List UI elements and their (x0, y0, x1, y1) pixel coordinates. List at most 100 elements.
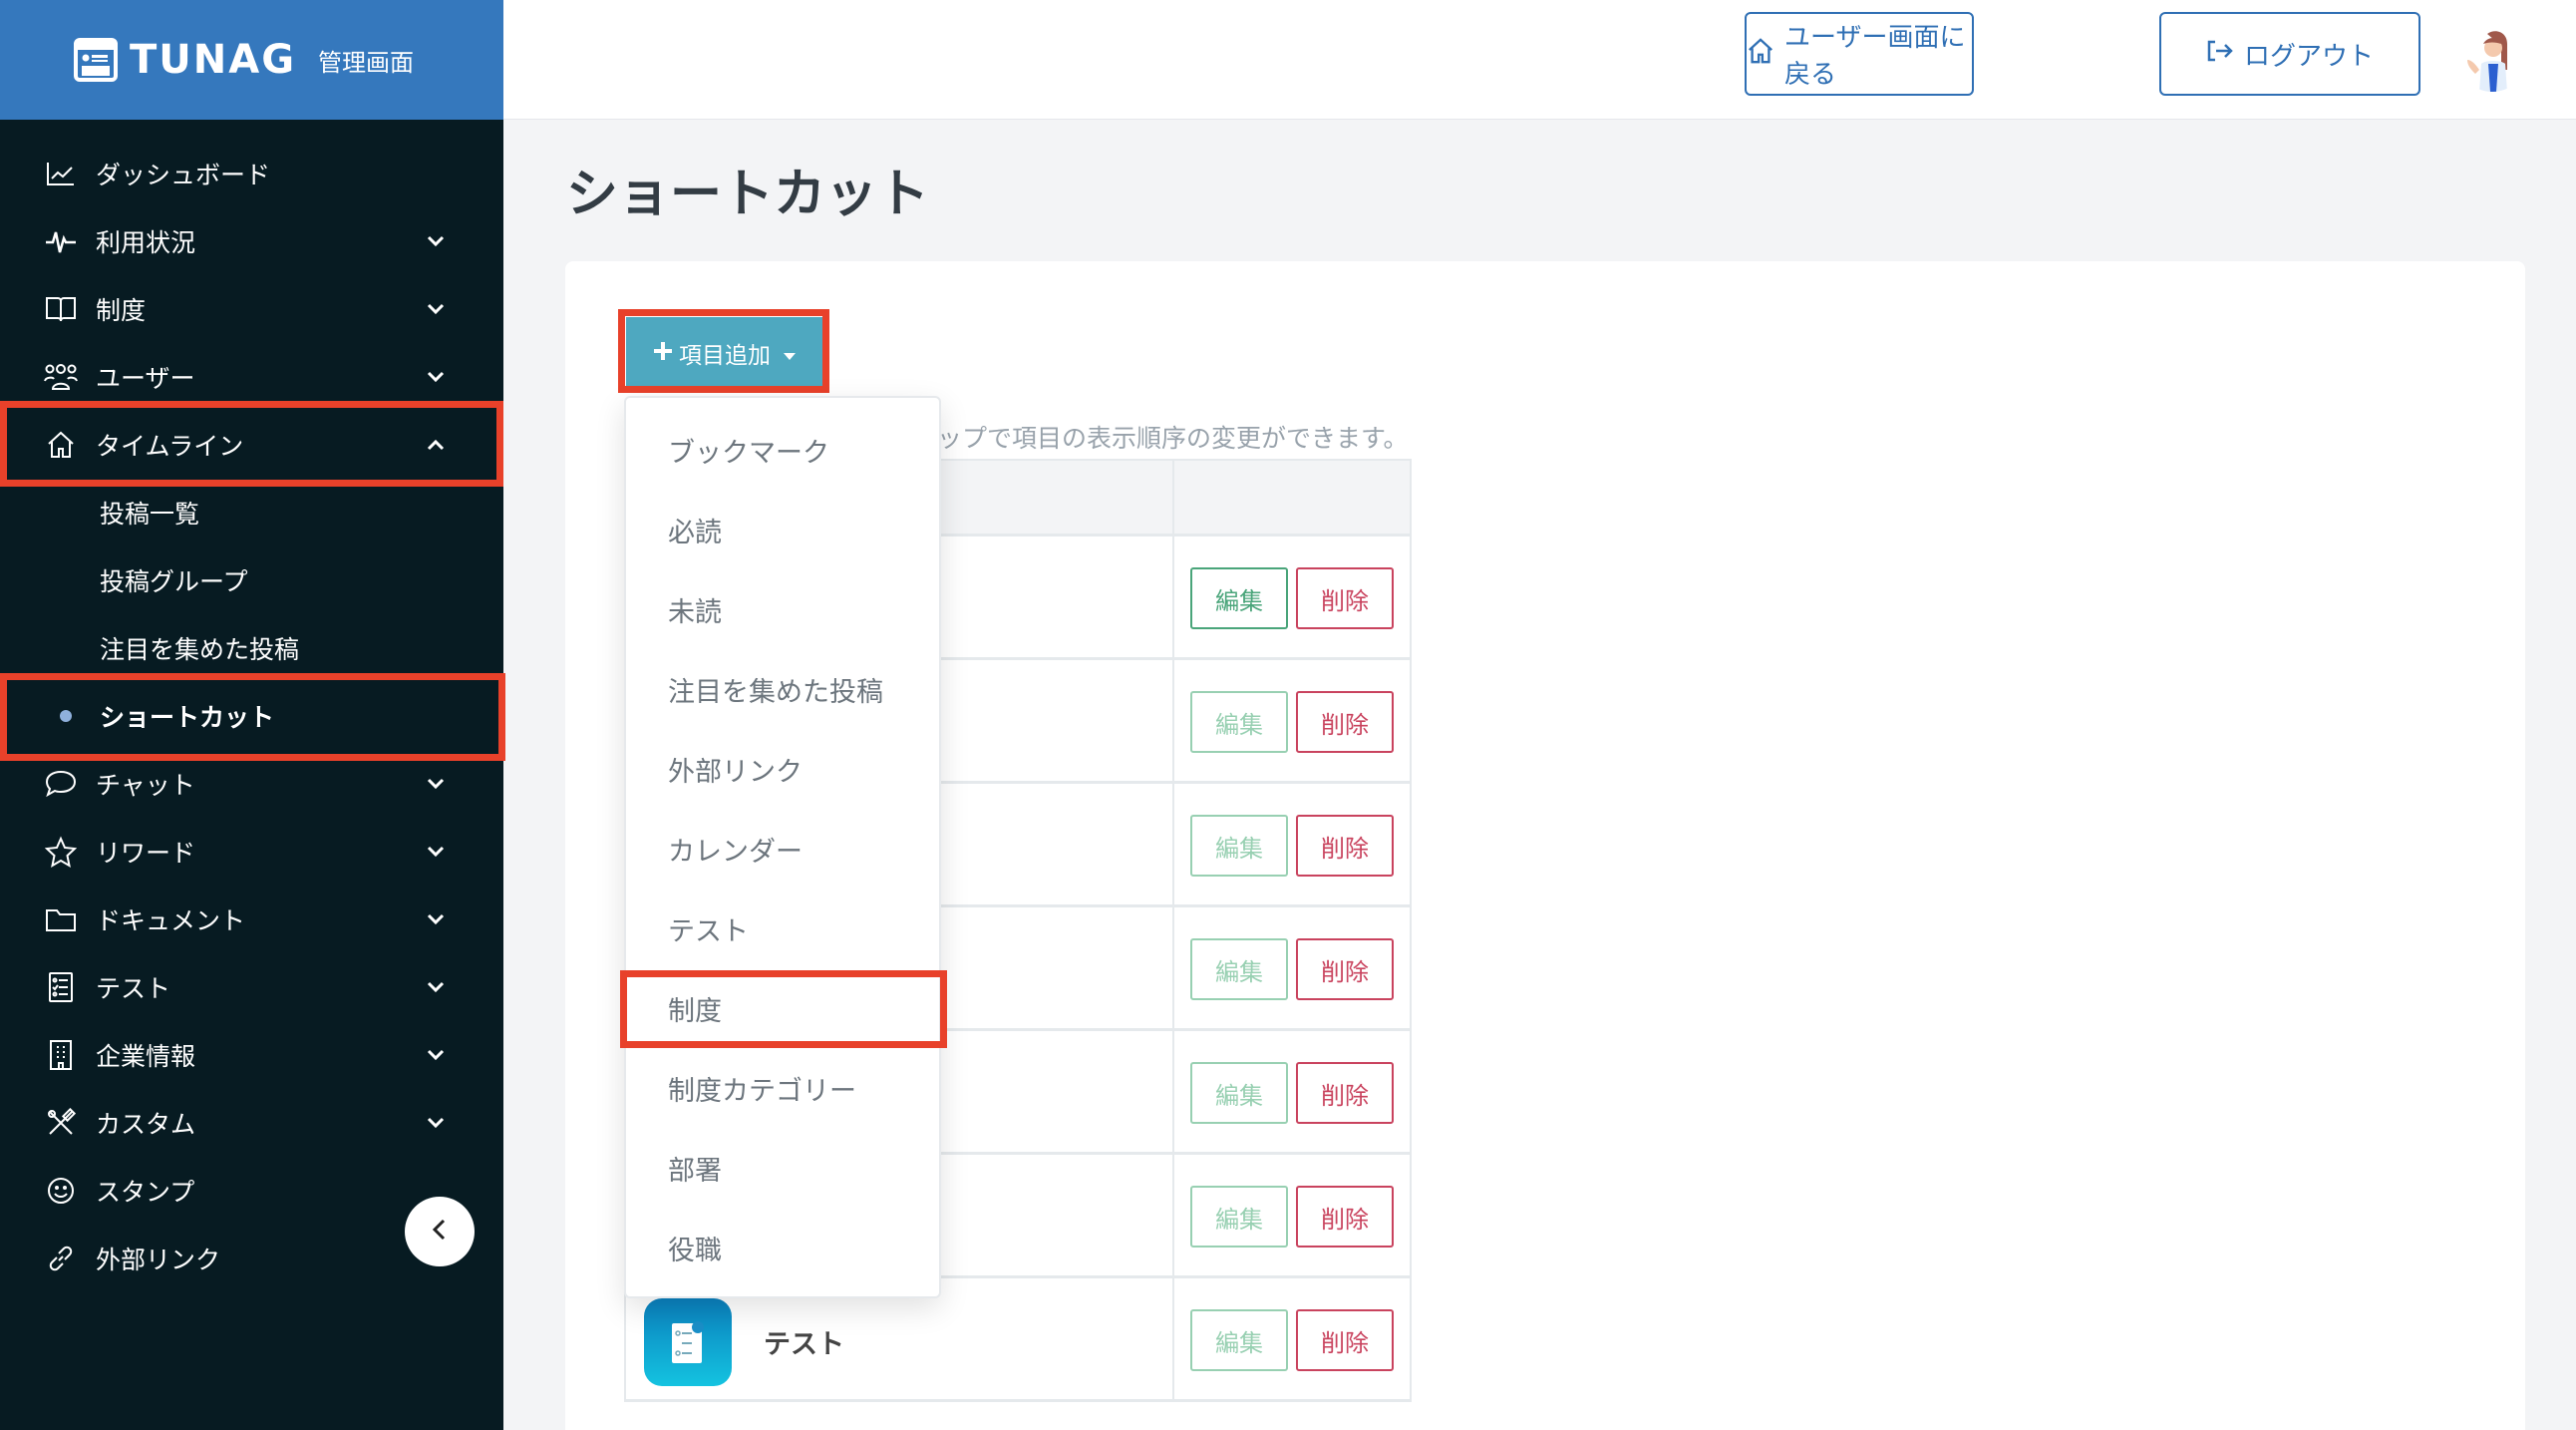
edit-button[interactable]: 編集 (1190, 938, 1288, 1000)
top-header: ユーザー画面に戻る ログアウト (503, 0, 2576, 120)
chevron-up-icon[interactable] (423, 432, 449, 458)
dropdown-item[interactable]: 外部リンク (626, 729, 939, 809)
sidebar-subitem-shortcut[interactable]: ショートカット (0, 682, 503, 750)
dropdown-item[interactable]: 制度カテゴリー (626, 1048, 939, 1128)
sidebar-item-label: テスト (96, 974, 171, 1003)
edit-button[interactable]: 編集 (1190, 567, 1288, 629)
home-icon (1747, 37, 1774, 72)
delete-button[interactable]: 削除 (1296, 691, 1394, 753)
dropdown-item[interactable]: 未読 (626, 569, 939, 649)
chevron-down-icon[interactable] (423, 771, 449, 797)
sidebar-subitem-label: 投稿グループ (100, 567, 248, 596)
sidebar-item-label: チャット (96, 771, 195, 800)
delete-button[interactable]: 削除 (1296, 815, 1394, 877)
users-icon (44, 360, 78, 394)
column-divider (1172, 660, 1174, 781)
sidebar-item-label: ダッシュボード (96, 161, 271, 189)
add-item-label: 項目追加 (679, 342, 771, 368)
sidebar-item-label: ユーザー (96, 364, 195, 393)
checklist-icon (44, 970, 78, 1004)
sidebar-item-timeline[interactable]: タイムライン (0, 411, 503, 479)
home-icon (44, 428, 78, 462)
collapse-sidebar-button[interactable] (405, 1197, 475, 1266)
reorder-hint-text: ップで項目の表示順序の変更ができます。 (937, 424, 1409, 453)
delete-button[interactable]: 削除 (1296, 567, 1394, 629)
chevron-down-icon[interactable] (423, 1110, 449, 1136)
sidebar-item-label: スタンプ (96, 1178, 195, 1207)
sidebar-item-usage[interactable]: 利用状況 (0, 207, 503, 275)
smile-icon (44, 1174, 78, 1208)
dropdown-item[interactable]: ブックマーク (626, 410, 939, 490)
brand-subtitle: 管理画面 (318, 48, 415, 77)
star-icon (44, 835, 78, 869)
edit-button[interactable]: 編集 (1190, 1309, 1288, 1371)
logo-bar[interactable]: TUNAG 管理画面 (0, 0, 503, 120)
dropdown-item[interactable]: カレンダー (626, 809, 939, 889)
sidebar-item-documents[interactable]: ドキュメント (0, 886, 503, 953)
chevron-down-icon[interactable] (423, 228, 449, 254)
sidebar-item-label: 外部リンク (96, 1246, 221, 1274)
logout-icon (2206, 39, 2234, 70)
column-divider (1172, 907, 1174, 1028)
column-divider (1172, 461, 1174, 534)
delete-button[interactable]: 削除 (1296, 1309, 1394, 1371)
activity-icon (44, 224, 78, 258)
book-open-icon (44, 292, 78, 326)
sidebar-item-users[interactable]: ユーザー (0, 343, 503, 411)
add-item-dropdown-button[interactable]: 項目追加 (626, 317, 823, 389)
edit-button[interactable]: 編集 (1190, 1186, 1288, 1248)
chart-line-icon (44, 157, 78, 190)
column-divider (1172, 1031, 1174, 1152)
column-divider (1172, 1155, 1174, 1275)
tunag-logo-icon (74, 38, 118, 82)
sidebar-item-custom[interactable]: カスタム (0, 1089, 503, 1157)
chevron-down-icon[interactable] (423, 839, 449, 865)
logout-button[interactable]: ログアウト (2159, 12, 2420, 96)
edit-button[interactable]: 編集 (1190, 815, 1288, 877)
dropdown-item[interactable]: 注目を集めた投稿 (626, 649, 939, 729)
sidebar-nav: ダッシュボード 利用状況 制度 ユーザー タイムライン 投稿一覧 投稿グループ … (0, 140, 503, 1292)
edit-button[interactable]: 編集 (1190, 1062, 1288, 1124)
dropdown-item[interactable]: 必読 (626, 490, 939, 569)
chevron-down-icon[interactable] (423, 296, 449, 322)
row-name: テスト (764, 1329, 844, 1360)
chevron-down-icon[interactable] (423, 364, 449, 390)
sidebar-item-dashboard[interactable]: ダッシュボード (0, 140, 503, 207)
folder-icon (44, 902, 78, 936)
chat-bubble-icon (44, 767, 78, 801)
sidebar-item-label: タイムライン (96, 432, 244, 461)
chevron-down-icon[interactable] (423, 974, 449, 1000)
sidebar-item-label: 企業情報 (96, 1042, 196, 1071)
back-to-user-screen-button[interactable]: ユーザー画面に戻る (1745, 12, 1974, 96)
logout-label: ログアウト (2243, 41, 2374, 72)
edit-button[interactable]: 編集 (1190, 691, 1288, 753)
chevron-down-icon[interactable] (423, 906, 449, 932)
sidebar-subitem-popular-posts[interactable]: 注目を集めた投稿 (0, 614, 503, 682)
sidebar-item-company-info[interactable]: 企業情報 (0, 1021, 503, 1089)
delete-button[interactable]: 削除 (1296, 1186, 1394, 1248)
sidebar-item-chat[interactable]: チャット (0, 750, 503, 818)
sidebar-item-label: リワード (96, 839, 196, 868)
dropdown-item[interactable]: テスト (626, 889, 939, 968)
sidebar-subitem-post-groups[interactable]: 投稿グループ (0, 546, 503, 614)
sidebar-item-label: カスタム (96, 1110, 196, 1139)
sidebar-subitem-label: ショートカット (100, 703, 275, 732)
sidebar-item-test[interactable]: テスト (0, 953, 503, 1021)
sidebar-subitem-label: 注目を集めた投稿 (100, 635, 300, 664)
dropdown-item[interactable]: 役職 (626, 1208, 939, 1287)
dropdown-item[interactable]: 部署 (626, 1128, 939, 1208)
sidebar-item-system[interactable]: 制度 (0, 275, 503, 343)
chevron-down-icon[interactable] (423, 1042, 449, 1068)
delete-button[interactable]: 削除 (1296, 938, 1394, 1000)
user-avatar[interactable] (2457, 22, 2527, 92)
column-divider (1172, 784, 1174, 904)
test-app-icon (644, 1298, 732, 1386)
delete-button[interactable]: 削除 (1296, 1062, 1394, 1124)
sidebar-item-reward[interactable]: リワード (0, 818, 503, 886)
caret-down-icon (783, 340, 797, 367)
sidebar-item-label: 利用状況 (96, 228, 196, 257)
dropdown-item[interactable]: 制度 (626, 968, 939, 1048)
page-title: ショートカット (566, 165, 930, 224)
brand-name: TUNAG (130, 37, 297, 83)
sidebar-subitem-posts[interactable]: 投稿一覧 (0, 479, 503, 546)
